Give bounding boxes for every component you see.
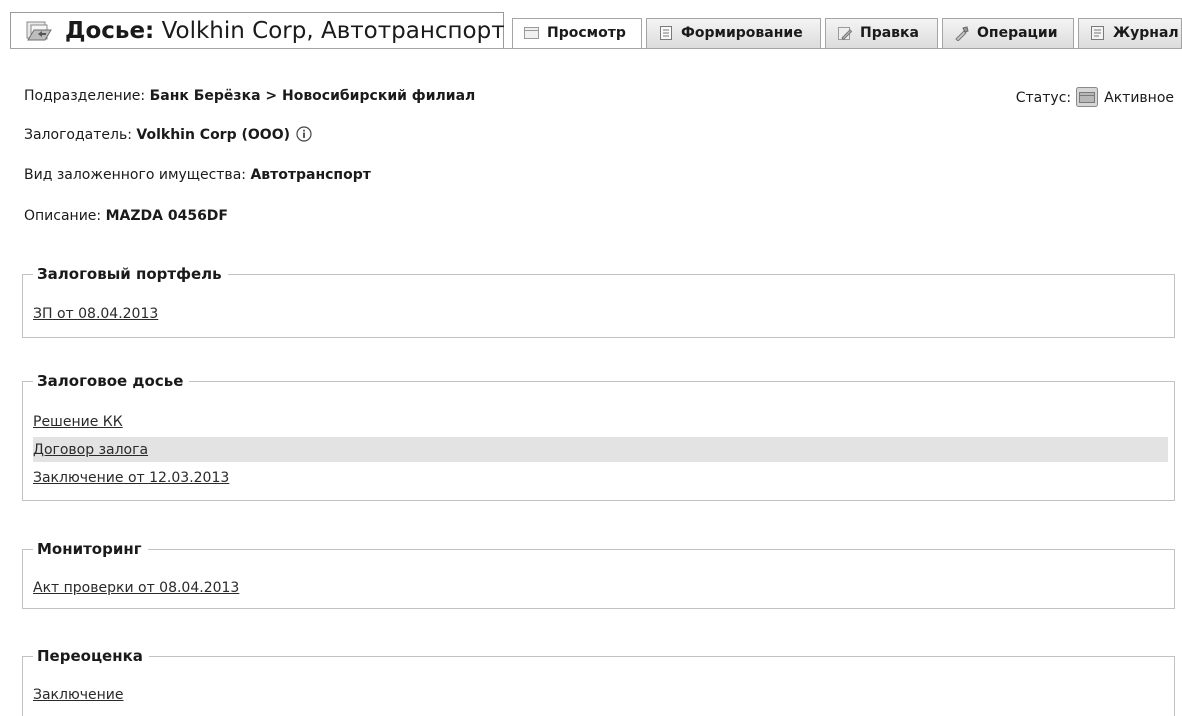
tab-view-label: Просмотр [547, 25, 626, 41]
tab-view[interactable]: Просмотр [512, 18, 642, 49]
description-value: MAZDA 0456DF [105, 208, 228, 224]
journal-tab-icon [1091, 26, 1104, 40]
info-circle-icon[interactable] [296, 126, 312, 142]
tab-form[interactable]: Формирование [646, 18, 821, 48]
title-prefix: Досье: [65, 18, 155, 44]
portfolio-link[interactable]: ЗП от 08.04.2013 [33, 304, 158, 324]
property-type-value: Автотранспорт [250, 167, 371, 183]
dossier-title: Досье: Volkhin Corp, Автотранспорт [65, 17, 505, 45]
status-value: Активное [1104, 90, 1174, 106]
status-indicator: Статус: Активное [1016, 86, 1174, 108]
description-label: Описание: [24, 208, 106, 224]
pledger-label: Залогодатель: [24, 127, 137, 143]
monitoring-group: Мониторинг Акт проверки от 08.04.2013 [22, 538, 1175, 609]
pledge-portfolio-group: Залоговый портфель ЗП от 08.04.2013 [22, 263, 1175, 338]
pledger-row: Залогодатель: Volkhin Corp (ООО) [24, 125, 312, 145]
dossier-header: Досье: Volkhin Corp, Автотранспорт Просм… [0, 0, 1182, 54]
tab-edit-label: Правка [860, 25, 919, 41]
conclusion-link[interactable]: Заключение от 12.03.2013 [33, 468, 229, 488]
decision-link[interactable]: Решение КК [33, 412, 123, 432]
operations-tab-icon [955, 26, 969, 41]
pledge-dossier-title: Залоговое досье [33, 370, 190, 392]
highlighted-row [33, 437, 1168, 462]
status-label: Статус: [1015, 90, 1072, 106]
dossier-folder-icon [26, 21, 52, 41]
tab-journal[interactable]: Журнал [1078, 18, 1182, 48]
tab-edit[interactable]: Правка [825, 18, 938, 48]
tab-operations[interactable]: Операции [942, 18, 1074, 48]
tab-form-label: Формирование [681, 25, 803, 41]
view-tab-icon [524, 27, 539, 39]
description-row: Описание: MAZDA 0456DF [24, 206, 228, 226]
inspection-act-link[interactable]: Акт проверки от 08.04.2013 [33, 578, 239, 598]
form-tab-icon [660, 26, 672, 40]
pledge-agreement-link[interactable]: Договор залога [33, 440, 148, 460]
pledge-portfolio-title: Залоговый портфель [33, 263, 228, 285]
header-divider [10, 48, 1182, 49]
revaluation-conclusion-link[interactable]: Заключение [33, 685, 124, 705]
tab-operations-label: Операции [977, 25, 1058, 41]
status-folder-icon [1076, 87, 1099, 107]
edit-tab-icon [838, 27, 853, 41]
pledger-value: Volkhin Corp (ООО) [136, 127, 290, 143]
property-type-row: Вид заложенного имущества: Автотранспорт [24, 165, 371, 185]
tab-journal-label: Журнал [1113, 25, 1179, 41]
division-label: Подразделение: [24, 88, 150, 104]
revaluation-title: Переоценка [33, 645, 149, 667]
division-value: Банк Берёзка > Новосибирский филиал [149, 88, 476, 104]
property-type-label: Вид заложенного имущества: [24, 167, 251, 183]
title-rest: Volkhin Corp, Автотранспорт [154, 18, 505, 44]
pledge-dossier-group: Залоговое досье Решение КК Договор залог… [22, 370, 1175, 501]
division-row: Подразделение: Банк Берёзка > Новосибирс… [24, 86, 475, 106]
revaluation-group: Переоценка Заключение [22, 645, 1175, 716]
dossier-title-box: Досье: Volkhin Corp, Автотранспорт [10, 12, 505, 48]
monitoring-title: Мониторинг [33, 538, 148, 560]
